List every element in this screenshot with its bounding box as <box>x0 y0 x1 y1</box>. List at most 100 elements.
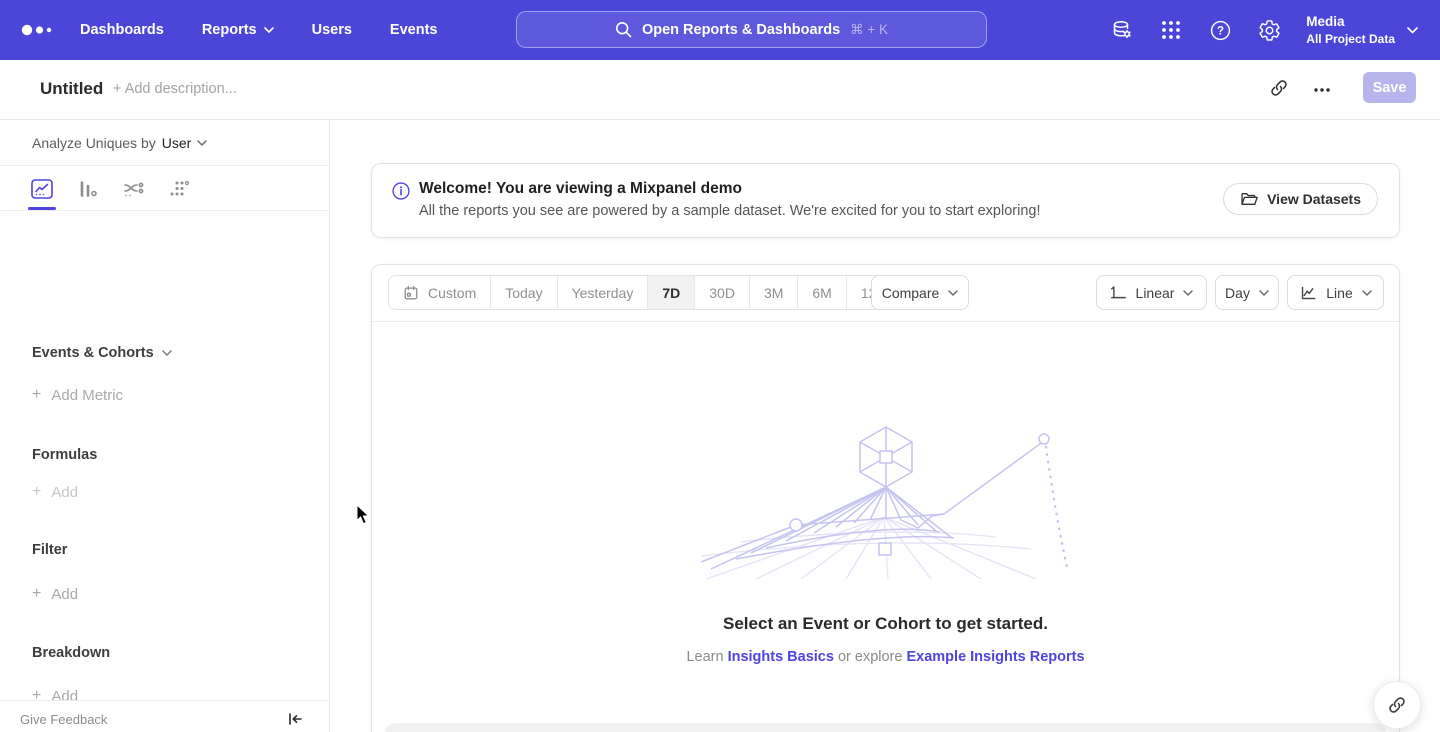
add-label: Add Metric <box>51 387 123 404</box>
subtext-middle: or explore <box>834 649 907 665</box>
date-range-yesterday[interactable]: Yesterday <box>558 276 649 309</box>
tab-bar-chart[interactable] <box>74 175 102 203</box>
more-options-icon[interactable] <box>1311 79 1333 101</box>
active-tab-underline <box>28 207 56 210</box>
visualization-tabs <box>0 166 330 211</box>
nav-item-events[interactable]: Events <box>390 22 438 38</box>
nav-right-cluster: ? Media All Project Data <box>1110 0 1418 60</box>
add-label: Add <box>51 586 78 603</box>
nav-item-dashboards[interactable]: Dashboards <box>80 22 164 38</box>
analyze-label: Analyze Uniques by <box>32 135 156 151</box>
chart-toolbar: Custom Today Yesterday 7D 30D 3M 6M 12M … <box>372 265 1399 322</box>
analyze-entity-dropdown[interactable]: User <box>162 135 208 151</box>
link-icon <box>1387 695 1407 715</box>
save-button[interactable]: Save <box>1363 72 1416 103</box>
results-table-peek <box>384 723 1387 732</box>
date-range-6m[interactable]: 6M <box>798 276 846 309</box>
flow-sankey-icon <box>123 179 145 199</box>
add-description-field[interactable]: + Add description... <box>113 81 237 97</box>
folder-icon <box>1240 191 1258 207</box>
formulas-header: Formulas <box>32 447 97 463</box>
seg-label: 3M <box>764 285 783 301</box>
section-title: Filter <box>32 542 67 558</box>
empty-state-heading: Select an Event or Cohort to get started… <box>372 614 1399 634</box>
insights-basics-link[interactable]: Insights Basics <box>728 649 834 665</box>
nav-item-reports[interactable]: Reports <box>202 22 274 38</box>
dot-metrics-icon <box>169 179 191 199</box>
date-range-30d[interactable]: 30D <box>695 276 750 309</box>
compare-label: Compare <box>882 285 940 301</box>
scale-dropdown[interactable]: Linear <box>1096 275 1207 310</box>
seg-label: 7D <box>662 285 680 301</box>
nav-item-users[interactable]: Users <box>312 22 352 38</box>
filter-header: Filter <box>32 542 67 558</box>
analyze-uniques-row: Analyze Uniques by User <box>0 120 330 166</box>
mixpanel-insights-page: Dashboards Reports Users Events Open Rep… <box>0 0 1440 732</box>
date-range-today[interactable]: Today <box>491 276 557 309</box>
report-header-bar: Untitled + Add description... <box>0 60 1440 120</box>
data-management-icon[interactable] <box>1110 18 1134 42</box>
mixpanel-logo-icon[interactable] <box>20 22 54 38</box>
empty-state-illustration <box>696 421 1076 579</box>
chevron-down-icon <box>1362 290 1372 296</box>
subtext-prefix: Learn <box>686 649 727 665</box>
date-range-segmented-control: Custom Today Yesterday 7D 30D 3M 6M 12M <box>388 275 903 310</box>
nav-label: Reports <box>202 22 257 38</box>
view-datasets-button[interactable]: View Datasets <box>1223 183 1378 215</box>
project-name: Media <box>1306 13 1395 31</box>
report-title[interactable]: Untitled <box>40 79 103 99</box>
nav-label: Events <box>390 22 438 38</box>
add-metric-button[interactable]: + Add Metric <box>32 386 123 404</box>
section-title: Formulas <box>32 447 97 463</box>
chevron-down-icon <box>1183 290 1193 296</box>
top-navigation-bar: Dashboards Reports Users Events Open Rep… <box>0 0 1440 60</box>
chart-type-dropdown[interactable]: Line <box>1287 275 1384 310</box>
project-switcher[interactable]: Media All Project Data <box>1306 13 1418 47</box>
linear-axis-icon <box>1110 285 1127 301</box>
tab-metrics[interactable] <box>166 175 194 203</box>
chevron-down-icon <box>264 27 274 33</box>
give-feedback-link[interactable]: Give Feedback <box>20 712 107 727</box>
chevron-down-icon <box>1407 27 1418 34</box>
empty-state-subtext: Learn Insights Basics or explore Example… <box>372 649 1399 665</box>
nav-label: Users <box>312 22 352 38</box>
seg-label: Custom <box>428 285 476 301</box>
seg-label: 6M <box>812 285 831 301</box>
chevron-down-icon <box>1259 290 1269 296</box>
compare-dropdown[interactable]: Compare <box>871 275 969 310</box>
line-chart-icon <box>31 179 53 199</box>
tab-insights-line-chart[interactable] <box>28 175 56 203</box>
nav-label: Dashboards <box>80 22 164 38</box>
chart-type-label: Line <box>1326 285 1352 301</box>
date-range-custom[interactable]: Custom <box>389 276 491 309</box>
add-formula-button[interactable]: + Add <box>32 483 78 501</box>
global-search-button[interactable]: Open Reports & Dashboards ⌘ + K <box>516 11 987 48</box>
section-title: Events & Cohorts <box>32 345 154 361</box>
scale-label: Linear <box>1136 285 1175 301</box>
search-icon <box>615 21 632 38</box>
copy-link-icon[interactable] <box>1268 77 1290 99</box>
tab-flow-chart[interactable] <box>120 175 148 203</box>
search-label: Open Reports & Dashboards <box>642 22 840 38</box>
svg-text:?: ? <box>1217 25 1224 37</box>
apps-grid-icon[interactable] <box>1159 18 1183 42</box>
seg-label: 30D <box>709 285 735 301</box>
breakdown-header: Breakdown <box>32 645 110 661</box>
example-insights-reports-link[interactable]: Example Insights Reports <box>906 649 1084 665</box>
date-range-7d[interactable]: 7D <box>648 276 695 309</box>
view-datasets-label: View Datasets <box>1267 191 1361 207</box>
date-range-3m[interactable]: 3M <box>750 276 798 309</box>
events-cohorts-header[interactable]: Events & Cohorts <box>32 345 172 361</box>
settings-gear-icon[interactable] <box>1257 18 1281 42</box>
section-title: Breakdown <box>32 645 110 661</box>
banner-subtitle: All the reports you see are powered by a… <box>419 203 1041 219</box>
help-icon[interactable]: ? <box>1208 18 1232 42</box>
interval-dropdown[interactable]: Day <box>1215 275 1279 310</box>
add-filter-button[interactable]: + Add <box>32 585 78 603</box>
collapse-sidebar-icon[interactable] <box>286 710 306 730</box>
primary-nav: Dashboards Reports Users Events <box>80 0 437 60</box>
plus-icon: + <box>32 585 41 603</box>
welcome-banner: Welcome! You are viewing a Mixpanel demo… <box>371 163 1400 238</box>
share-link-fab[interactable] <box>1373 681 1421 729</box>
line-chart-type-icon <box>1299 285 1317 301</box>
